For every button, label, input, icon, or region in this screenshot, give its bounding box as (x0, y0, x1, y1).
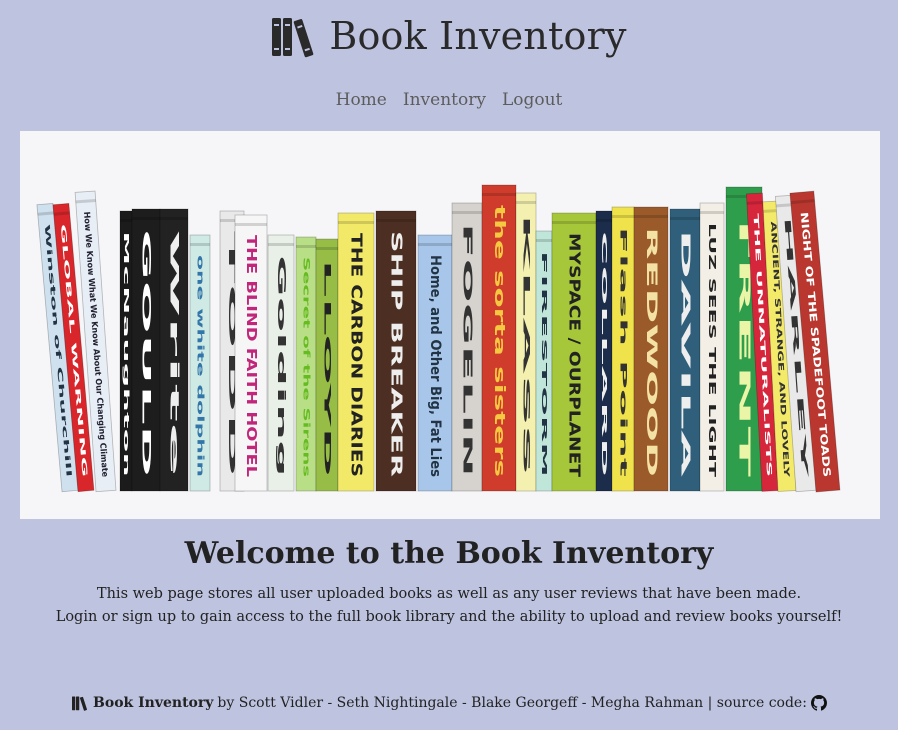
site-title: Book Inventory (329, 14, 627, 58)
book-spine: KLASS (515, 192, 537, 492)
book-spine: Home, and Other Big, Fat Lies (417, 234, 453, 492)
nav-logout-link[interactable]: Logout (502, 90, 562, 110)
book-spine-title: Write (168, 229, 182, 477)
book-spine-title: SHIP BREAKER (388, 231, 406, 478)
book-spine-title: Home, and Other Big, Fat Lies (427, 255, 443, 477)
book-spine: THE CARBON DIARIES (337, 212, 375, 492)
intro-text: This web page stores all user uploaded b… (0, 583, 898, 629)
footer-brand: Book Inventory (93, 695, 214, 711)
book-spine: MYSPACE / OURPLANET (551, 212, 597, 492)
book-spine: FIRESTORM (535, 230, 553, 492)
book-spine: FOGELIN (451, 202, 483, 492)
book-spine-title: COLLARD (600, 231, 608, 478)
book-spine-title: Golding (275, 255, 288, 477)
book-spine-title: McNaughton (122, 231, 130, 477)
book-spine: Secret of the Sirens (295, 236, 317, 492)
site-footer: Book Inventory by Scott Vidler - Seth Ni… (0, 695, 898, 711)
book-spine: GOULD (131, 208, 161, 492)
book-spine-title: LUZ SEES THE LIGHT (706, 223, 717, 477)
book-spine: DAVILA (669, 208, 701, 492)
intro-line-2: Login or sign up to gain access to the f… (55, 609, 843, 625)
book-spine-title: THE BLIND FAITH HOTEL (243, 235, 258, 478)
book-spine: McNaughton (119, 210, 133, 492)
book-spine: SHIP BREAKER (375, 210, 417, 492)
nav-inventory-link[interactable]: Inventory (403, 90, 486, 110)
book-spine: THE BLIND FAITH HOTEL (234, 214, 268, 492)
book-spine: the sorta sisters (481, 184, 517, 492)
book-spine: one white dolphin (189, 234, 211, 492)
books-icon (72, 696, 88, 711)
book-spine: Write (159, 208, 189, 492)
intro-line-1: This web page stores all user uploaded b… (96, 586, 802, 602)
book-spine: LLOYD (315, 238, 339, 492)
book-spine: Golding (267, 234, 295, 492)
book-spine-title: FIRESTORM (540, 251, 548, 477)
nav-home-link[interactable]: Home (336, 90, 387, 110)
books-icon (272, 18, 314, 58)
book-spine-title: one white dolphin (196, 255, 206, 477)
book-spine: REDWOOD (633, 206, 669, 492)
book-spine-title: Secret of the Sirens (302, 257, 312, 477)
book-spine-title: FOGELIN (461, 223, 476, 477)
footer-credits: by Scott Vidler - Seth Nightingale - Bla… (217, 695, 807, 711)
book-spine-title: REDWOOD (643, 227, 659, 477)
book-spine-title: LLOYD (322, 259, 333, 479)
bookshelf-illustration: Winston of Churchill GLOBAL WARNING How We… (36, 184, 841, 493)
hero-bookshelf-image: Winston of Churchill GLOBAL WARNING How We… (20, 131, 880, 519)
book-spine-title: DAVILA (679, 229, 694, 478)
book-spine-title: MYSPACE / OURPLANET (566, 233, 584, 478)
github-icon[interactable] (810, 695, 827, 711)
book-spine: Flash Point (611, 206, 635, 492)
book-spine: LUZ SEES THE LIGHT (699, 202, 725, 492)
book-spine-title: KLASS (522, 213, 532, 477)
book-spine-title: Flash Point (618, 227, 629, 479)
book-spine-title: GOULD (140, 229, 154, 478)
book-spine-title: the sorta sisters (491, 205, 507, 477)
site-header: Book Inventory (0, 14, 898, 58)
book-spine-title: THE CARBON DIARIES (348, 233, 366, 477)
main-nav: Home Inventory Logout (0, 90, 898, 110)
welcome-heading: Welcome to the Book Inventory (184, 536, 714, 571)
book-spine: COLLARD (595, 210, 613, 492)
